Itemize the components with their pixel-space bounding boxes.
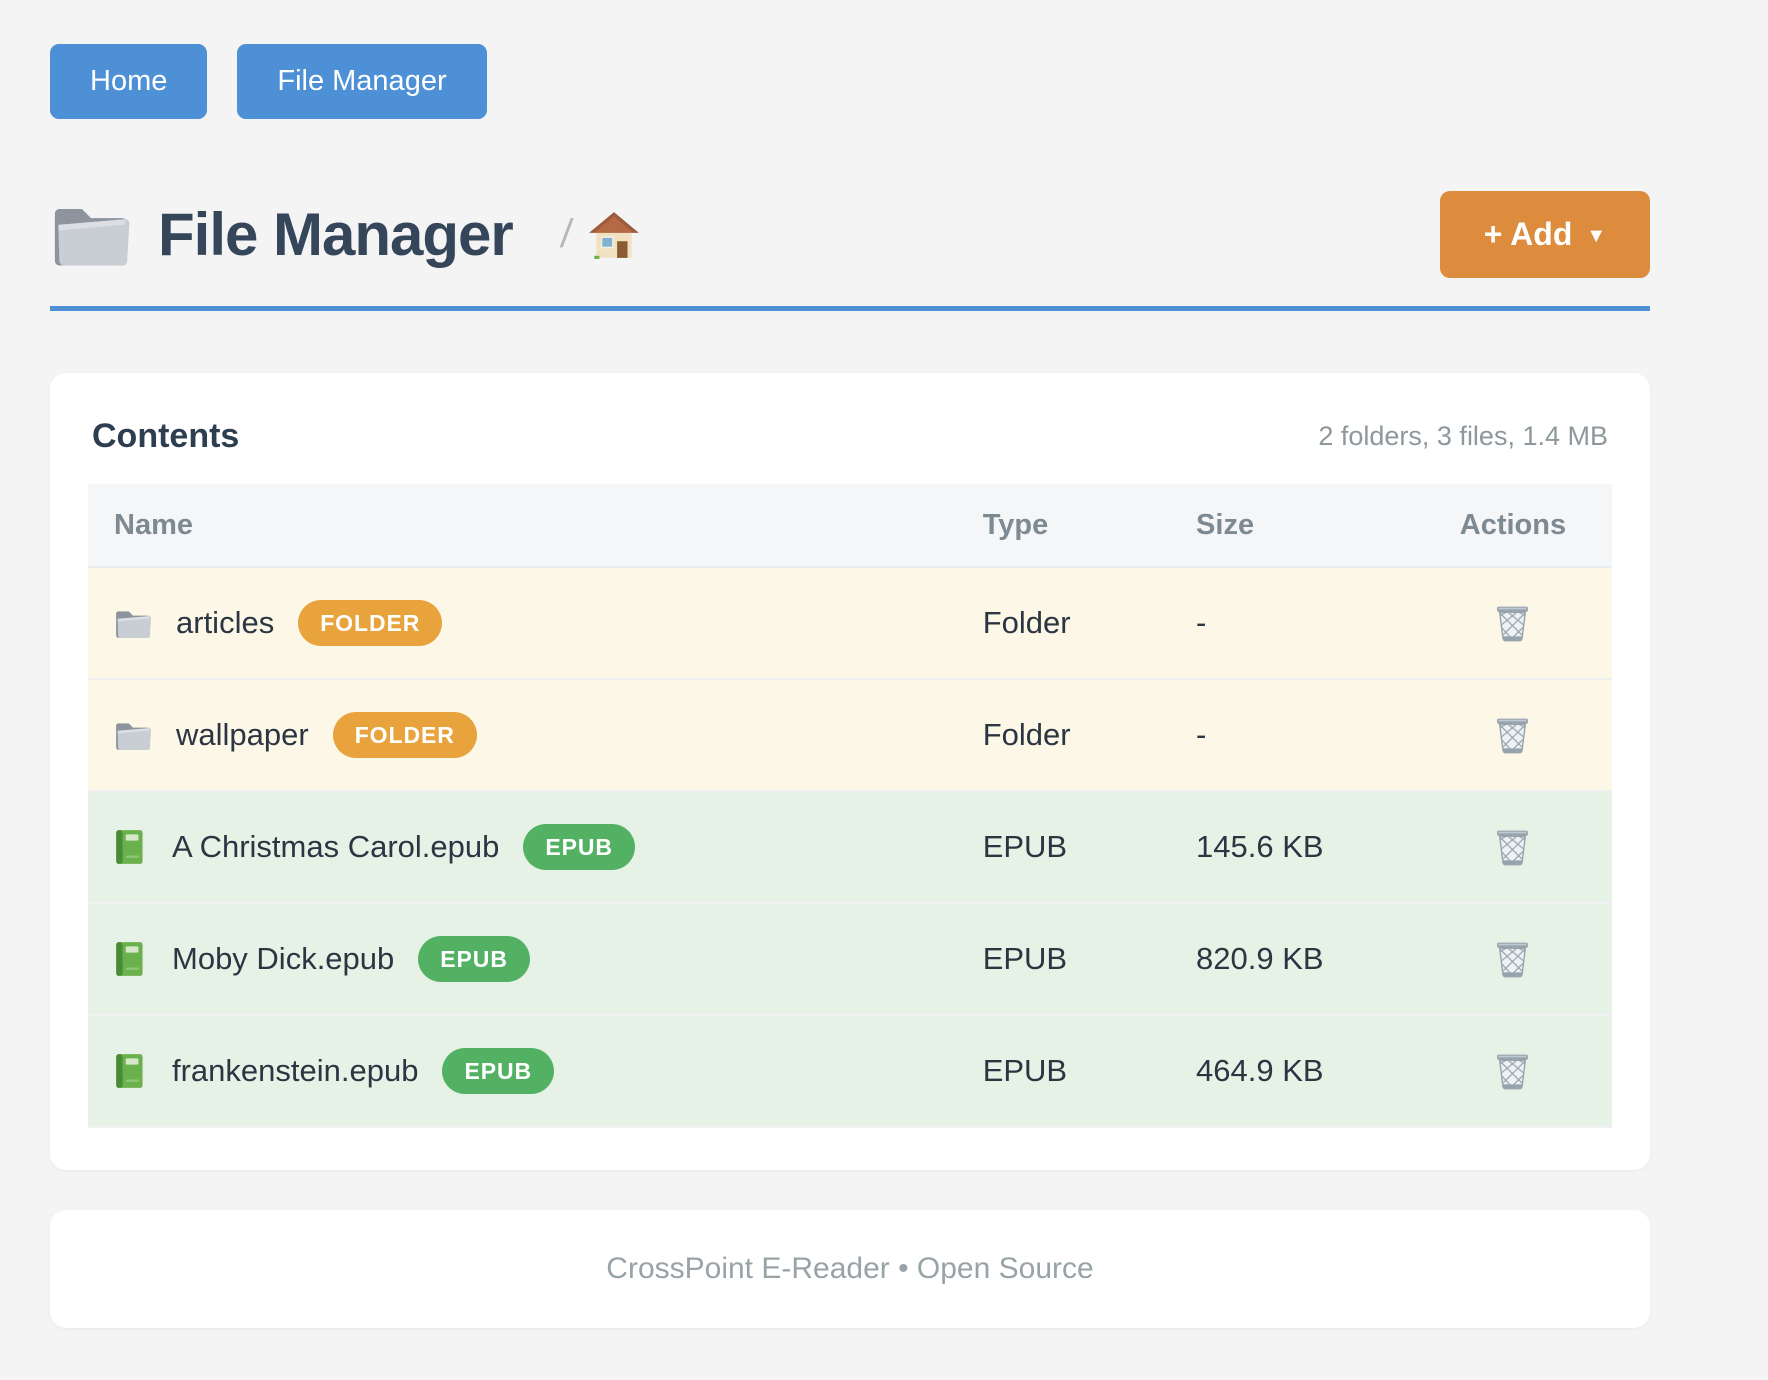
file-size: - (1170, 567, 1414, 679)
table-row-articles[interactable]: articles FOLDER Folder - (88, 567, 1612, 679)
epub-badge: EPUB (418, 936, 530, 982)
footer: CrossPoint E-Reader • Open Source (50, 1210, 1650, 1328)
column-header-type: Type (957, 484, 1170, 567)
file-name: frankenstein.epub (172, 1053, 418, 1089)
trash-icon (1494, 1051, 1531, 1090)
table-row-christmas-carol[interactable]: A Christmas Carol.epub EPUB EPUB 145.6 K… (88, 791, 1612, 903)
page-title: File Manager (158, 200, 513, 269)
home-icon[interactable] (588, 211, 640, 259)
file-type: EPUB (957, 903, 1170, 1015)
home-button[interactable]: Home (50, 44, 207, 119)
contents-card-header: Contents 2 folders, 3 files, 1.4 MB (88, 409, 1612, 484)
file-name: wallpaper (176, 717, 309, 753)
green-book-icon (114, 940, 148, 978)
file-size: 145.6 KB (1170, 791, 1414, 903)
folder-badge: FOLDER (298, 600, 442, 646)
folder-icon (50, 200, 132, 270)
table-row-wallpaper[interactable]: wallpaper FOLDER Folder - (88, 679, 1612, 791)
title-wrap: File Manager / (50, 200, 640, 270)
file-size: - (1170, 679, 1414, 791)
epub-badge: EPUB (442, 1048, 554, 1094)
file-name: articles (176, 605, 274, 641)
green-book-icon (114, 1052, 148, 1090)
file-type: EPUB (957, 1015, 1170, 1127)
file-name: Moby Dick.epub (172, 941, 394, 977)
folder-icon (114, 607, 152, 640)
delete-button[interactable] (1488, 1045, 1537, 1096)
trash-icon (1494, 827, 1531, 866)
epub-badge: EPUB (523, 824, 635, 870)
page-header: File Manager / + Add ▼ (50, 191, 1650, 278)
file-type: Folder (957, 679, 1170, 791)
top-nav: Home File Manager (50, 0, 1650, 119)
file-name: A Christmas Carol.epub (172, 829, 499, 865)
file-table: Name Type Size Actions articles FOLDER F… (88, 484, 1612, 1128)
table-header-row: Name Type Size Actions (88, 484, 1612, 567)
contents-title: Contents (92, 417, 239, 456)
delete-button[interactable] (1488, 933, 1537, 984)
trash-icon (1494, 603, 1531, 642)
green-book-icon (114, 828, 148, 866)
table-row-moby-dick[interactable]: Moby Dick.epub EPUB EPUB 820.9 KB (88, 903, 1612, 1015)
trash-icon (1494, 939, 1531, 978)
add-button[interactable]: + Add ▼ (1440, 191, 1650, 278)
chevron-down-icon: ▼ (1586, 225, 1606, 248)
page: Home File Manager File Manager / + Add ▼… (50, 0, 1650, 1328)
contents-card: Contents 2 folders, 3 files, 1.4 MB Name… (50, 373, 1650, 1170)
trash-icon (1494, 715, 1531, 754)
column-header-actions: Actions (1414, 484, 1612, 567)
file-size: 464.9 KB (1170, 1015, 1414, 1127)
add-button-label: + Add (1484, 216, 1573, 253)
file-manager-button[interactable]: File Manager (237, 44, 486, 119)
column-header-name: Name (88, 484, 957, 567)
footer-text: CrossPoint E-Reader • Open Source (606, 1252, 1093, 1286)
delete-button[interactable] (1488, 597, 1537, 648)
delete-button[interactable] (1488, 709, 1537, 760)
contents-summary: 2 folders, 3 files, 1.4 MB (1318, 421, 1608, 452)
column-header-size: Size (1170, 484, 1414, 567)
folder-badge: FOLDER (333, 712, 477, 758)
file-size: 820.9 KB (1170, 903, 1414, 1015)
folder-icon (114, 719, 152, 752)
table-row-frankenstein[interactable]: frankenstein.epub EPUB EPUB 464.9 KB (88, 1015, 1612, 1127)
breadcrumb-separator: / (558, 212, 574, 257)
file-type: Folder (957, 567, 1170, 679)
breadcrumb: / (561, 211, 640, 259)
file-type: EPUB (957, 791, 1170, 903)
delete-button[interactable] (1488, 821, 1537, 872)
header-divider (50, 306, 1650, 311)
